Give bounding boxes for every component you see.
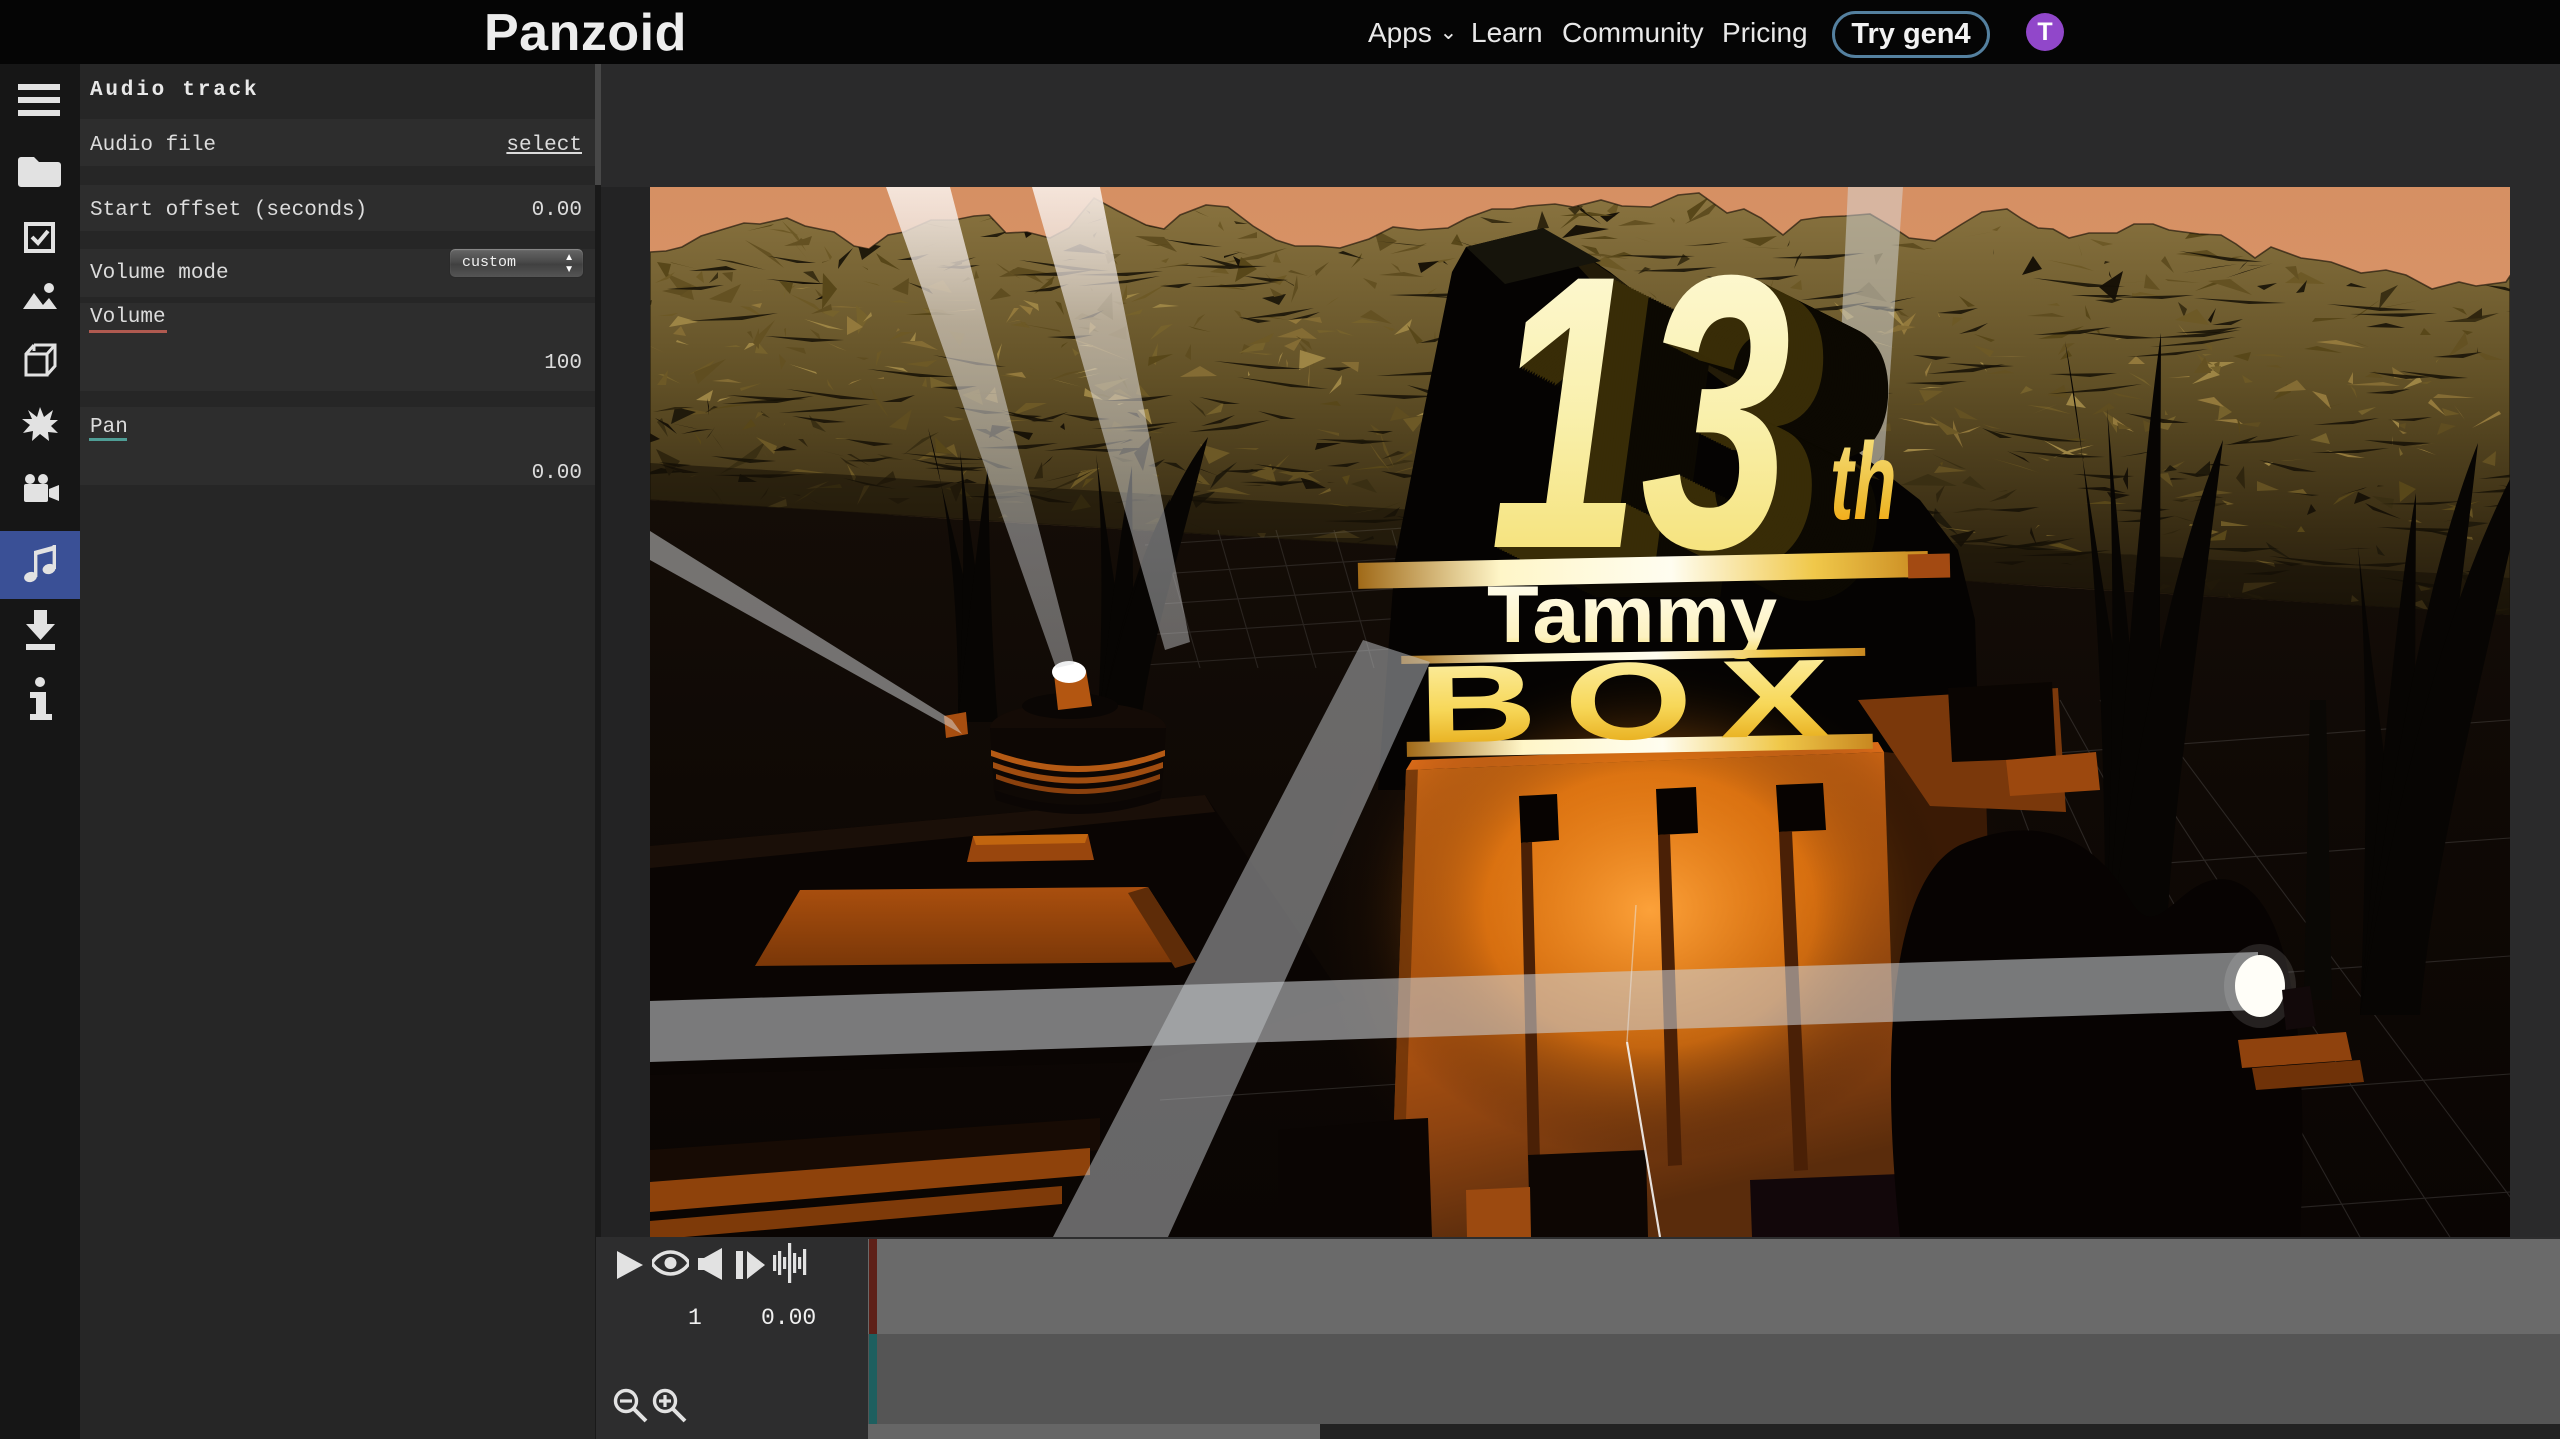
- svg-text:th: th: [1830, 419, 1896, 543]
- svg-text:BOX: BOX: [1417, 635, 1858, 766]
